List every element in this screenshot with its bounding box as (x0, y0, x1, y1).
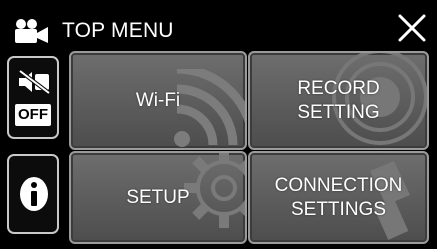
close-icon[interactable] (395, 11, 429, 45)
page-title: TOP MENU (62, 19, 174, 42)
wifi-label: Wi-Fi (135, 89, 181, 111)
wifi-tile[interactable]: Wi-Fi (69, 51, 247, 150)
header-bar: TOP MENU (0, 0, 437, 52)
movie-camera-icon (15, 19, 48, 43)
setup-tile[interactable]: SETUP (69, 151, 247, 244)
info-button[interactable] (7, 154, 59, 234)
silent-mode-icon (18, 70, 51, 94)
setup-label: SETUP (126, 186, 190, 208)
record-setting-tile[interactable]: RECORD SETTING (248, 51, 429, 150)
connection-settings-tile[interactable]: CONNECTION SETTINGS (248, 151, 429, 244)
connection-settings-label: CONNECTION SETTINGS (274, 174, 403, 220)
info-icon (20, 177, 48, 211)
silent-mode-toggle[interactable]: OFF (7, 56, 59, 139)
silent-mode-state: OFF (15, 104, 51, 126)
record-setting-label: RECORD SETTING (297, 77, 380, 123)
